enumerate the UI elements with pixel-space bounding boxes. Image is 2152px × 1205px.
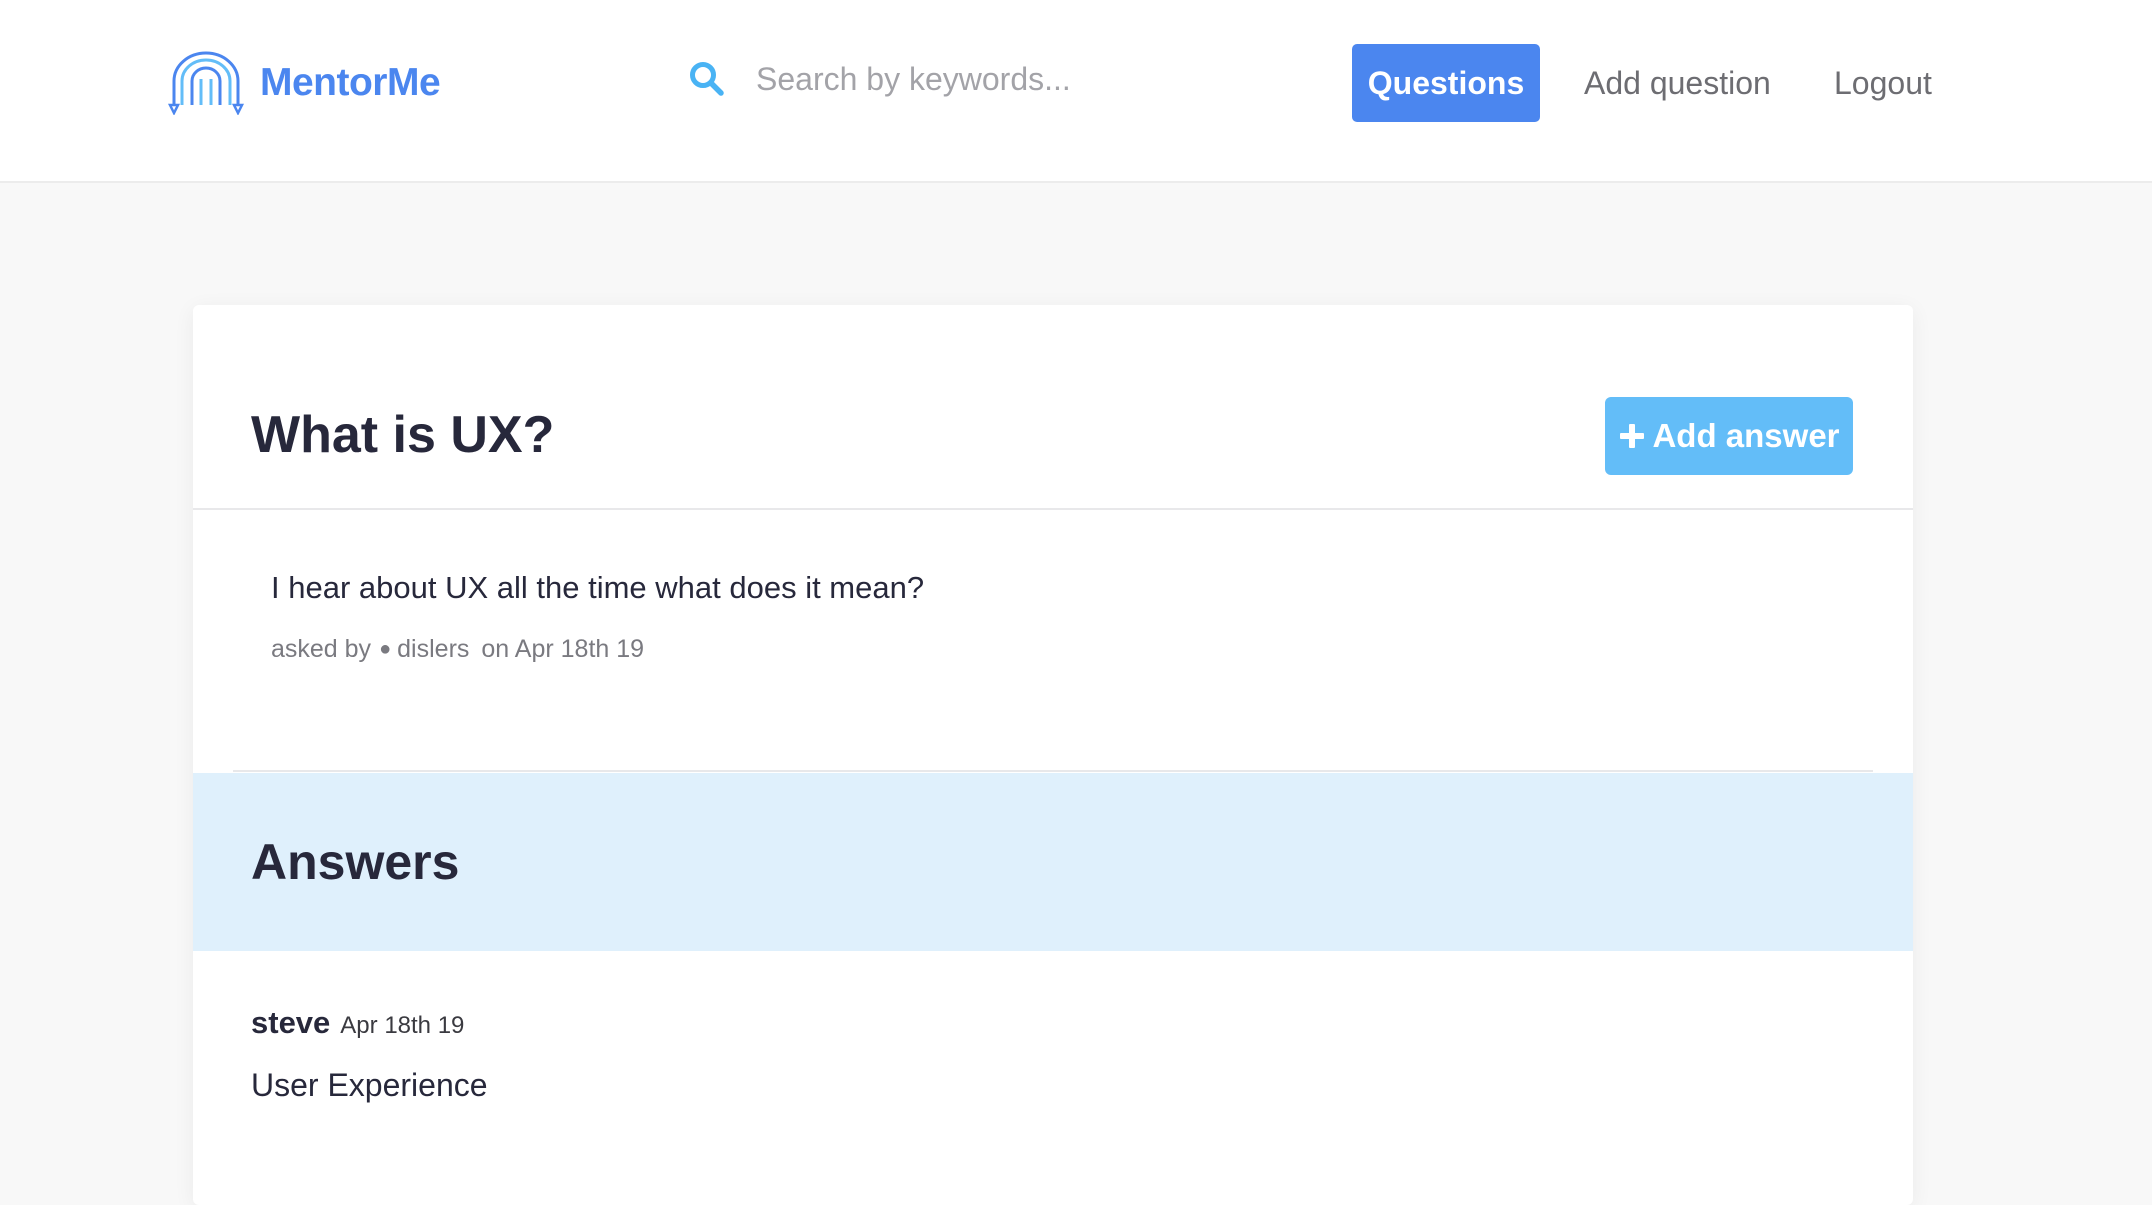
answers-header: Answers [193,773,1913,951]
answer-item: steve Apr 18th 19 User Experience [251,1005,1851,1104]
top-header: MentorMe Questions Add question Logout [0,0,2152,183]
answer-author: steve [251,1005,331,1040]
question-title: What is UX? [251,406,555,464]
divider [233,770,1873,772]
search-input[interactable] [756,60,1236,98]
add-answer-label: Add answer [1652,417,1840,454]
answer-header: steve Apr 18th 19 [251,1005,1851,1041]
divider [193,508,1913,510]
nav-logout-link[interactable]: Logout [1834,44,1932,122]
answers-heading: Answers [251,834,460,890]
logo-icon [168,51,244,115]
question-card: What is UX? Add answer I hear about UX a… [193,305,1913,1205]
question-author: dislers [397,635,470,663]
logo-text: MentorMe [260,61,441,104]
question-date: on Apr 18th 19 [481,635,645,663]
nav-questions-button[interactable]: Questions [1352,44,1540,122]
question-body: I hear about UX all the time what does i… [271,570,925,605]
add-answer-button[interactable]: Add answer [1605,397,1853,475]
question-meta: asked by ● dislers on Apr 18th 19 [271,635,644,664]
nav-add-question-link[interactable]: Add question [1584,44,1771,122]
search-bar [688,52,1248,106]
logo-link[interactable]: MentorMe [168,50,441,116]
plus-icon [1620,424,1645,448]
bullet-icon: ● [379,638,392,660]
asked-by-label: asked by [271,635,372,663]
answer-date: Apr 18th 19 [340,1012,465,1039]
answer-body: User Experience [251,1067,488,1103]
search-icon [690,62,724,96]
